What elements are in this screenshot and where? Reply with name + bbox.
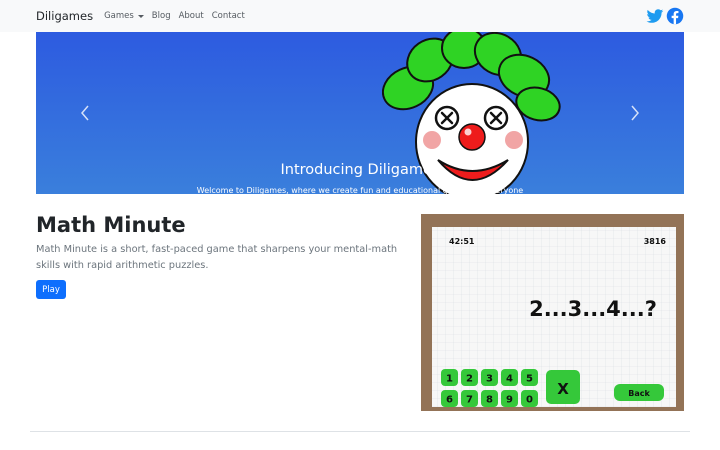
- twitter-icon[interactable]: [646, 7, 664, 25]
- nav-games-label: Games: [104, 11, 134, 21]
- facebook-icon[interactable]: [666, 7, 684, 25]
- game-number-key-label: 8: [486, 395, 493, 406]
- game-number-key-label: 9: [506, 395, 513, 406]
- hero-carousel: Introducing Diligames Welcome to Diligam…: [36, 32, 684, 194]
- game-title: Math Minute: [36, 213, 186, 237]
- game-number-key-label: 2: [466, 374, 473, 385]
- nav-links: Games Blog About Contact: [104, 11, 253, 21]
- navbar: Diligames Games Blog About Contact: [0, 0, 720, 32]
- section-divider: [30, 431, 690, 432]
- nav-games-dropdown[interactable]: Games: [104, 11, 144, 21]
- nav-about-link[interactable]: About: [179, 11, 204, 21]
- game-number-key-label: 1: [446, 374, 453, 385]
- social-links: [644, 7, 684, 25]
- game-number-key-label: 7: [466, 395, 473, 406]
- game-number-key-label: 4: [506, 374, 513, 385]
- nav-contact-link[interactable]: Contact: [212, 11, 245, 21]
- carousel-prev-icon[interactable]: [78, 102, 92, 124]
- game-number-key-label: 6: [446, 395, 453, 406]
- game-number-key-label: 0: [526, 395, 533, 406]
- carousel-next-icon[interactable]: [628, 102, 642, 124]
- game-back-label: Back: [628, 389, 650, 398]
- game-score: 3816: [644, 237, 667, 246]
- game-description: Math Minute is a short, fast-paced game …: [36, 244, 398, 271]
- game-puzzle: 2...3...4...?: [529, 297, 657, 321]
- carousel-caption-title: Introducing Diligames: [280, 162, 440, 178]
- game-number-key-label: 3: [486, 374, 493, 385]
- carousel-caption-text: Welcome to Diligames, where we create fu…: [196, 186, 524, 194]
- game-clear-label: X: [557, 380, 569, 398]
- game-screenshot: 42:51 3816 2...3...4...? 1 2 3 4 5 6 7 8 9 0 X Ba…: [421, 214, 684, 411]
- game-number-key-label: 5: [526, 374, 533, 385]
- nav-blog-link[interactable]: Blog: [152, 11, 171, 21]
- brand-link[interactable]: Diligames: [36, 9, 93, 23]
- play-button[interactable]: Play: [36, 280, 66, 299]
- game-timer: 42:51: [449, 237, 475, 246]
- caret-down-icon: [137, 14, 144, 18]
